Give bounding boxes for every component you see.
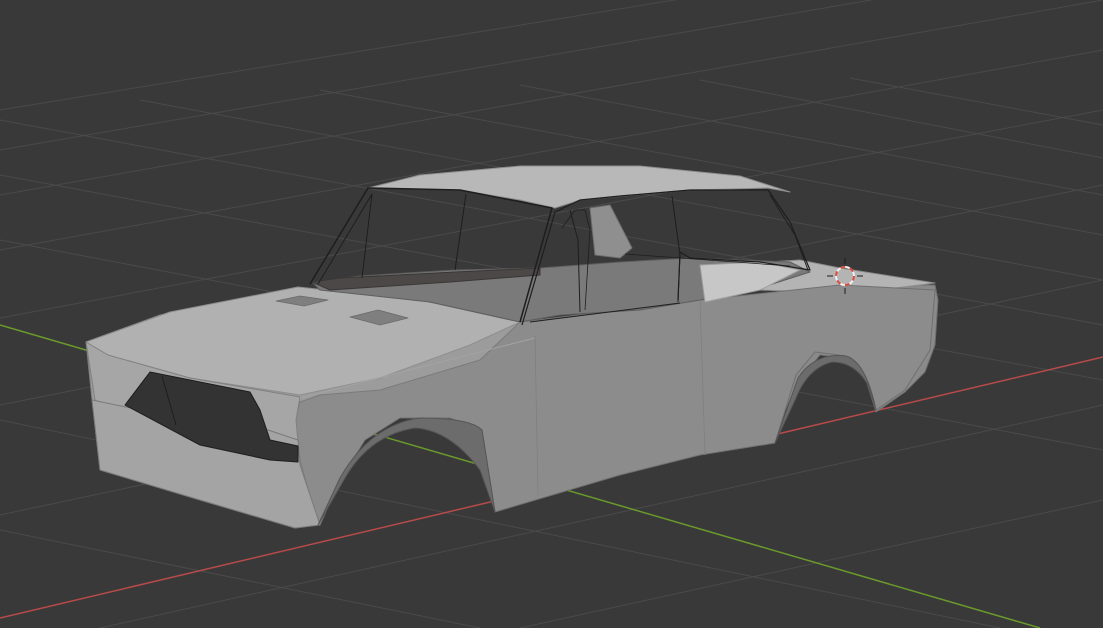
front-seat-headrest <box>589 204 633 259</box>
a-pillar-left <box>317 193 373 285</box>
3d-viewport[interactable] <box>0 0 1103 628</box>
car-body-mesh[interactable] <box>85 165 939 529</box>
rear-window-frame <box>769 194 809 271</box>
viewport-canvas[interactable] <box>0 0 1103 628</box>
